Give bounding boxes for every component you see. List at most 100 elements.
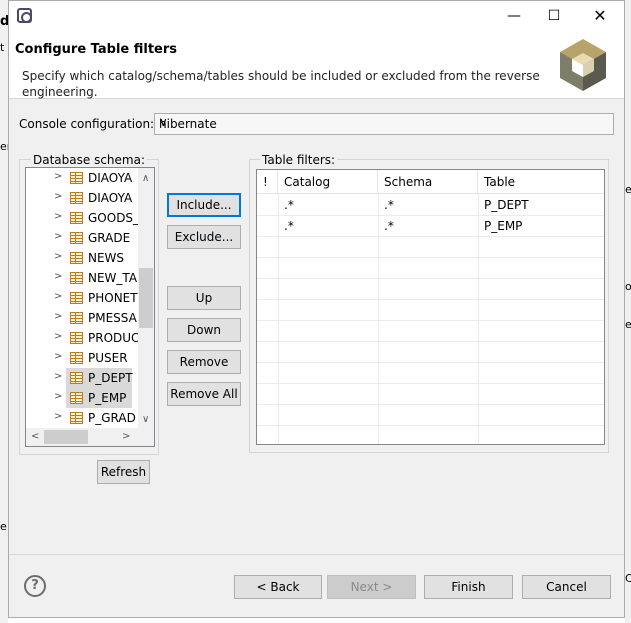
background-window-right	[625, 0, 631, 623]
expand-chevron-icon[interactable]: >	[54, 211, 62, 222]
expand-chevron-icon[interactable]: >	[54, 231, 62, 242]
page-title: Configure Table filters	[15, 42, 178, 57]
tree-item-label: GRADE	[88, 231, 131, 245]
column-header-table[interactable]: Table	[478, 170, 604, 194]
expand-chevron-icon[interactable]: >	[54, 351, 62, 362]
table-grid-line	[257, 383, 604, 384]
table-cell-flag	[257, 195, 278, 216]
include-button[interactable]: Include...	[167, 193, 241, 217]
close-icon[interactable]: ✕	[585, 5, 615, 27]
tree-item[interactable]: > P_DEPT	[26, 368, 138, 388]
table-icon	[70, 412, 83, 424]
table-icon	[70, 172, 83, 184]
expand-chevron-icon[interactable]: >	[54, 271, 62, 282]
bg-text: e	[625, 183, 631, 196]
expand-chevron-icon[interactable]: >	[54, 311, 62, 322]
table-grid-line	[257, 278, 604, 279]
table-icon	[70, 332, 83, 344]
up-button[interactable]: Up	[167, 286, 241, 310]
exclude-button[interactable]: Exclude...	[167, 225, 241, 249]
table-grid-line	[257, 341, 604, 342]
tree-horizontal-scroll-thumb[interactable]	[44, 430, 88, 444]
help-icon[interactable]: ?	[24, 575, 46, 597]
maximize-icon[interactable]: ☐	[539, 5, 569, 27]
table-icon	[70, 192, 83, 204]
tree-item[interactable]: > P_EMP	[26, 388, 138, 408]
tree-item-label: P_DEPT	[88, 371, 133, 385]
expand-chevron-icon[interactable]: >	[54, 331, 62, 342]
scroll-left-icon[interactable]: <	[31, 431, 39, 442]
scroll-down-icon[interactable]: ∨	[142, 414, 149, 425]
column-header-flag[interactable]: !	[257, 170, 278, 194]
table-cell-catalog: .*	[284, 219, 294, 233]
down-button[interactable]: Down	[167, 318, 241, 342]
next-button: Next >	[327, 575, 416, 599]
scroll-up-icon[interactable]: ∧	[142, 173, 149, 184]
tree-item[interactable]: > GOODS_	[26, 208, 139, 228]
table-icon	[70, 252, 83, 264]
bg-text: C	[625, 572, 631, 585]
tree-item-label: PRODUC	[88, 331, 140, 345]
expand-chevron-icon[interactable]: >	[54, 251, 62, 262]
database-schema-tree[interactable]: > DIAOYA > DIAOYA > GOODS_ > GRADE > NEWS > NEW_TA >…	[25, 167, 155, 447]
refresh-button[interactable]: Refresh	[97, 460, 150, 484]
tree-item[interactable]: > GRADE	[26, 228, 138, 248]
expand-chevron-icon[interactable]: >	[54, 371, 62, 382]
expand-chevron-icon[interactable]: >	[54, 191, 62, 202]
table-icon	[70, 392, 83, 404]
tree-item[interactable]: > DIAOYA	[26, 188, 138, 208]
table-icon	[70, 352, 83, 364]
scroll-right-icon[interactable]: >	[122, 431, 130, 442]
table-grid-line	[257, 425, 604, 426]
chevron-down-icon: ∨	[159, 115, 168, 129]
configure-table-filters-dialog: — ☐ ✕ Configure Table filters Specify wh…	[8, 0, 625, 618]
footer-separator	[9, 554, 624, 555]
minimize-icon[interactable]: —	[499, 5, 529, 27]
remove-all-button[interactable]: Remove All	[167, 382, 241, 406]
title-bar: — ☐ ✕	[9, 1, 624, 31]
bg-text: e	[0, 520, 7, 533]
console-configuration-select[interactable]: hibernate ∨	[154, 113, 614, 135]
tree-item[interactable]: > PRODUC	[26, 328, 140, 348]
expand-chevron-icon[interactable]: >	[54, 411, 62, 422]
bg-text: t	[0, 41, 5, 54]
eclipse-app-icon	[17, 8, 32, 23]
expand-chevron-icon[interactable]: >	[54, 171, 62, 182]
remove-button[interactable]: Remove	[167, 350, 241, 374]
table-grid-line	[257, 257, 604, 258]
table-icon	[70, 232, 83, 244]
tree-vertical-scroll-thumb[interactable]	[139, 268, 153, 328]
tree-item-label: PUSER	[88, 351, 128, 365]
column-header-schema[interactable]: Schema	[378, 170, 478, 194]
table-grid-line	[257, 320, 604, 321]
tree-item-label: NEW_TA	[88, 271, 138, 285]
table-icon	[70, 372, 83, 384]
back-button[interactable]: < Back	[234, 575, 322, 599]
table-filters-table[interactable]: ! Catalog Schema Table .* .* P_DEPT .* .* P_E…	[256, 169, 605, 445]
table-cell-schema: .*	[384, 198, 394, 212]
table-grid-line	[257, 404, 604, 405]
tree-item[interactable]: > NEW_TA	[26, 268, 138, 288]
bg-text: e	[625, 318, 631, 331]
tree-item[interactable]: > PHONET	[26, 288, 138, 308]
table-icon	[70, 312, 83, 324]
tree-item[interactable]: > P_GRAD	[26, 408, 138, 428]
table-cell-schema: .*	[384, 219, 394, 233]
finish-button[interactable]: Finish	[424, 575, 513, 599]
column-header-catalog[interactable]: Catalog	[278, 170, 378, 194]
expand-chevron-icon[interactable]: >	[54, 291, 62, 302]
page-description: Specify which catalog/schema/tables shou…	[22, 69, 540, 99]
bg-text: o.	[625, 280, 631, 293]
tree-item-label: P_EMP	[88, 391, 127, 405]
expand-chevron-icon[interactable]: >	[54, 391, 62, 402]
cancel-button[interactable]: Cancel	[522, 575, 611, 599]
tree-item[interactable]: > PUSER	[26, 348, 138, 368]
tree-item[interactable]: > NEWS	[26, 248, 138, 268]
tree-item[interactable]: > DIAOYA	[26, 168, 138, 188]
table-cell-catalog: .*	[284, 198, 294, 212]
table-filters-label: Table filters:	[260, 153, 338, 167]
tree-item-label: PMESSA	[88, 311, 137, 325]
tree-item[interactable]: > PMESSA	[26, 308, 138, 328]
wizard-header: Configure Table filters Specify which ca…	[9, 31, 624, 99]
table-icon	[70, 212, 83, 224]
